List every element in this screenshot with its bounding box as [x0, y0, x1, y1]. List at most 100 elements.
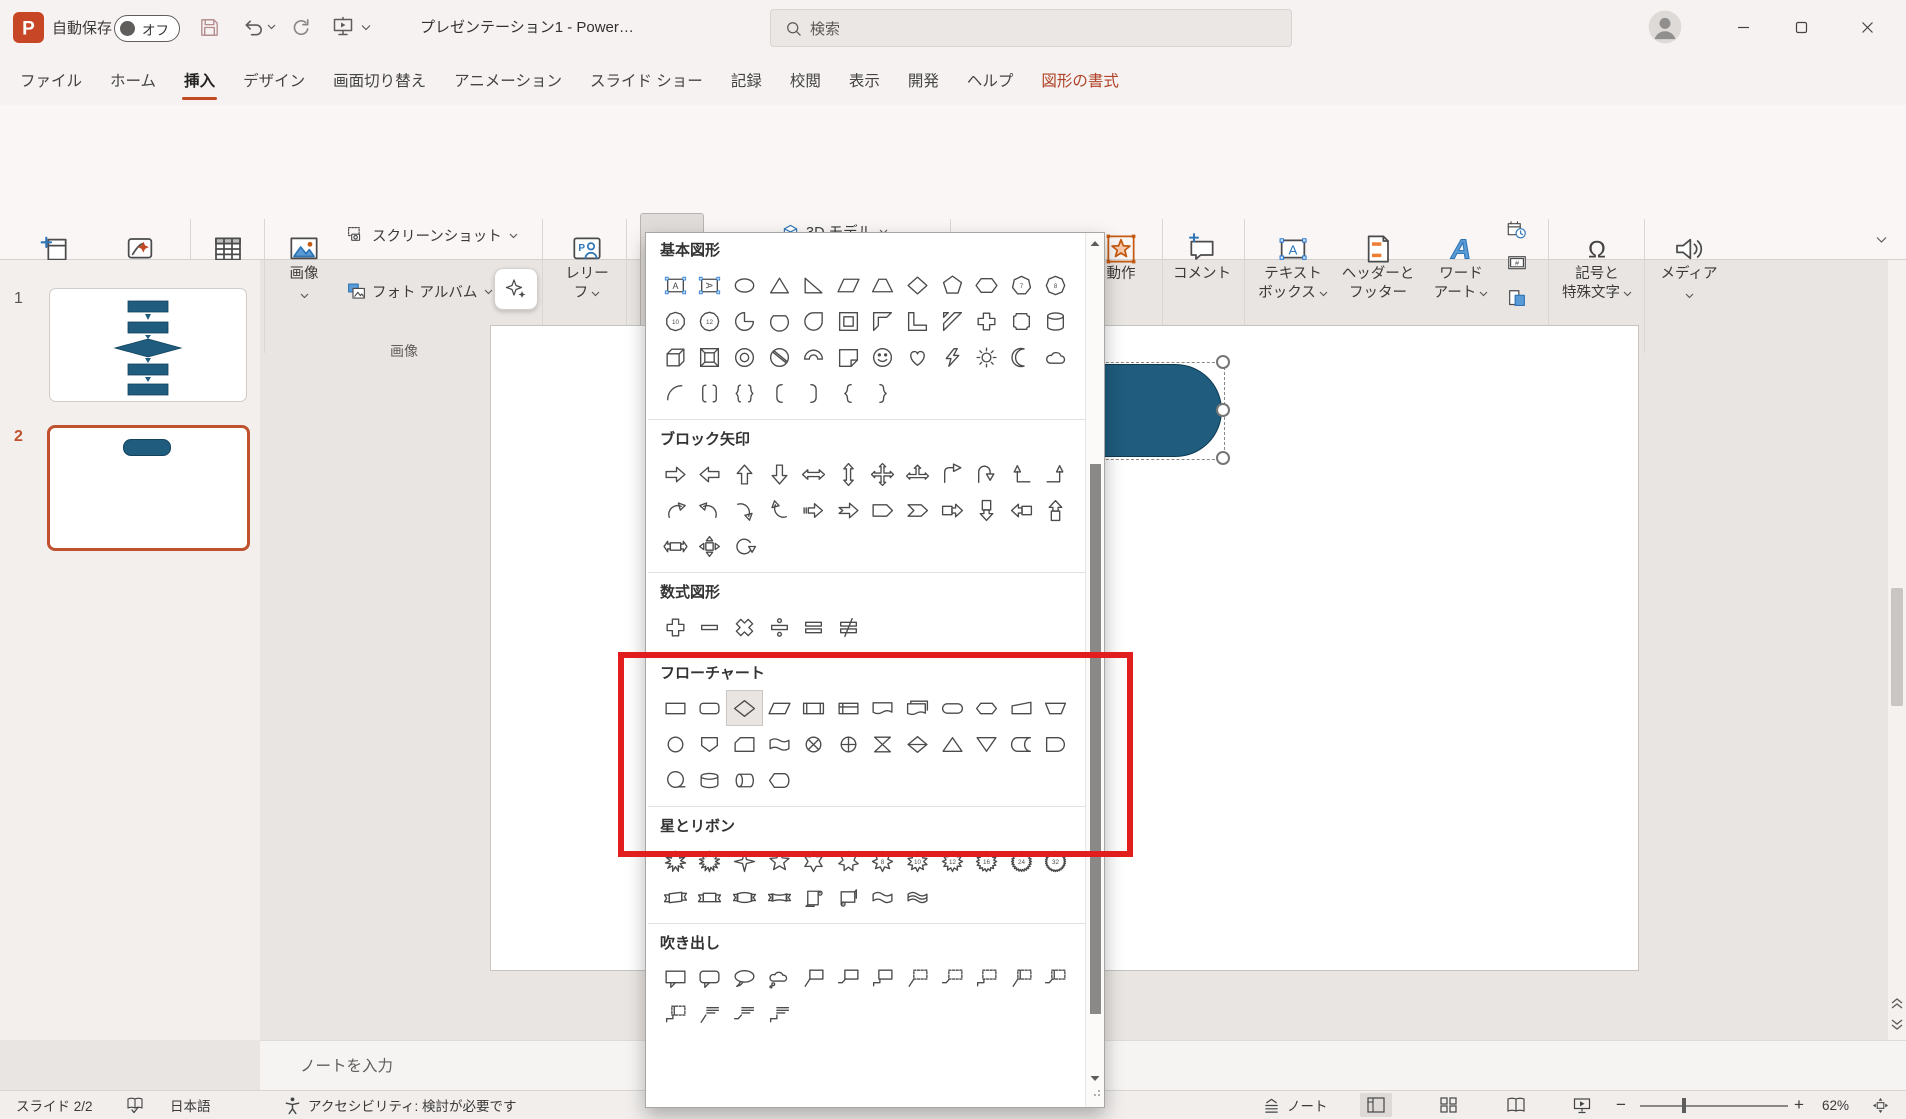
- resize-grip-icon[interactable]: [1091, 1086, 1101, 1104]
- close-icon[interactable]: [1838, 0, 1896, 55]
- shape-cloud[interactable]: [1039, 340, 1074, 374]
- shape-arrow-striped[interactable]: [796, 493, 831, 527]
- shape-donut[interactable]: [727, 340, 762, 374]
- shape-parallelogram[interactable]: [831, 268, 866, 302]
- shape-line-callout-2-border[interactable]: [935, 961, 970, 995]
- shape-callout-oval[interactable]: [727, 961, 762, 995]
- shape-arrow-three-way[interactable]: [900, 457, 935, 491]
- shape-arrow-up[interactable]: [727, 457, 762, 491]
- shape-line-callout-3-border[interactable]: [969, 961, 1004, 995]
- shape-line-callout-3-no-border[interactable]: [762, 997, 797, 1031]
- tab-9[interactable]: 表示: [835, 55, 894, 105]
- symbol-button[interactable]: Ω記号と特殊文字: [1554, 213, 1640, 337]
- shape-heptagon[interactable]: 7: [1004, 268, 1039, 302]
- slide-number-button[interactable]: #: [1506, 251, 1536, 279]
- shape-minus[interactable]: [693, 610, 728, 644]
- resize-handle-bottom-right[interactable]: [1216, 451, 1230, 465]
- shape-trapezoid[interactable]: [866, 268, 901, 302]
- shape-can[interactable]: [1039, 304, 1074, 338]
- tab-3[interactable]: デザイン: [229, 55, 319, 105]
- zoom-out-button[interactable]: −: [1616, 1091, 1626, 1119]
- shape-wave[interactable]: [866, 880, 901, 914]
- shape-arrow-quad[interactable]: [866, 457, 901, 491]
- tab-active-2[interactable]: 挿入: [170, 55, 229, 105]
- shape-block-arc[interactable]: [796, 340, 831, 374]
- scroll-down-icon[interactable]: [1088, 1071, 1102, 1085]
- shape-line-callout-2-accent[interactable]: [1039, 961, 1074, 995]
- zoom-in-button[interactable]: +: [1794, 1091, 1804, 1119]
- next-slide-icon[interactable]: [1889, 1016, 1905, 1037]
- shape-arrow-notched[interactable]: [831, 493, 866, 527]
- minimize-icon[interactable]: [1714, 0, 1772, 55]
- redo-icon[interactable]: [288, 14, 314, 40]
- shape-cube[interactable]: [658, 340, 693, 374]
- spellcheck-icon[interactable]: [126, 1091, 144, 1119]
- shape-scroll-vertical[interactable]: [796, 880, 831, 914]
- shape-moon[interactable]: [1004, 340, 1039, 374]
- designer-button[interactable]: [494, 268, 538, 310]
- shape-arrow-bent[interactable]: [935, 457, 970, 491]
- shape-left-bracket[interactable]: [762, 376, 797, 410]
- canvas-scrollbar-thumb[interactable]: [1891, 588, 1903, 706]
- shape-textbox[interactable]: A: [658, 268, 693, 302]
- shape-double-brace[interactable]: [727, 376, 762, 410]
- shape-arrow-bent-up-left[interactable]: [1004, 457, 1039, 491]
- shape-half-frame[interactable]: [866, 304, 901, 338]
- shape-dodecagon[interactable]: 12: [693, 304, 728, 338]
- shape-ribbon-tilted[interactable]: [658, 880, 693, 914]
- tab-12[interactable]: 図形の書式: [1027, 55, 1133, 105]
- shape-line-callout-3-accent[interactable]: [658, 997, 693, 1031]
- tab-11[interactable]: ヘルプ: [953, 55, 1028, 105]
- shape-line-callout-3[interactable]: [866, 961, 901, 995]
- shape-callout-rounded[interactable]: [693, 961, 728, 995]
- shape-arrow-callout-quad[interactable]: [693, 529, 728, 563]
- shape-arrow-chevron[interactable]: [900, 493, 935, 527]
- slide-indicator[interactable]: スライド 2/2: [16, 1091, 93, 1119]
- shape-ribbon-curved-up[interactable]: [762, 880, 797, 914]
- shape-line-callout-1[interactable]: [796, 961, 831, 995]
- shape-double-bracket[interactable]: [693, 376, 728, 410]
- save-icon[interactable]: [196, 14, 222, 40]
- shape-folded-corner[interactable]: [831, 340, 866, 374]
- shape-l-shape[interactable]: [900, 304, 935, 338]
- wordart-button[interactable]: Aワードアート: [1424, 213, 1498, 337]
- shape-not-equal[interactable]: [831, 610, 866, 644]
- shape-arrow-left[interactable]: [693, 457, 728, 491]
- scroll-up-icon[interactable]: [1088, 236, 1102, 250]
- screenshot-button[interactable]: スクリーンショット: [346, 221, 538, 249]
- shape-arrow-circular[interactable]: [727, 529, 762, 563]
- shape-multiply[interactable]: [727, 610, 762, 644]
- tab-7[interactable]: 記録: [717, 55, 776, 105]
- shape-arc[interactable]: [658, 376, 693, 410]
- view-normal-button[interactable]: [1360, 1093, 1392, 1117]
- shape-ribbon-curved-down[interactable]: [727, 880, 762, 914]
- shape-arrow-callout-left-right[interactable]: [658, 529, 693, 563]
- shape-octagon[interactable]: 8: [1039, 268, 1074, 302]
- resize-handle-right[interactable]: [1216, 403, 1230, 417]
- shape-arrow-callout-up[interactable]: [1039, 493, 1074, 527]
- collapse-ribbon-icon[interactable]: [1868, 230, 1894, 250]
- cameo-button[interactable]: Pレリーフ: [552, 213, 622, 337]
- view-slide-sorter-button[interactable]: [1432, 1093, 1464, 1117]
- shape-hexagon[interactable]: [969, 268, 1004, 302]
- avatar[interactable]: [1648, 10, 1682, 49]
- shape-arrow-curved-down[interactable]: [762, 493, 797, 527]
- accessibility-status[interactable]: アクセシビリティ: 検討が必要です: [308, 1091, 517, 1119]
- shape-chord[interactable]: [762, 304, 797, 338]
- shape-sun[interactable]: [969, 340, 1004, 374]
- picture-button[interactable]: 画像: [272, 213, 336, 337]
- shape-diagonal-stripe[interactable]: [935, 304, 970, 338]
- slide-thumbnail-2[interactable]: [47, 425, 250, 551]
- tab-5[interactable]: アニメーション: [440, 55, 576, 105]
- tab-10[interactable]: 開発: [894, 55, 953, 105]
- shape-right-bracket[interactable]: [796, 376, 831, 410]
- shape-no-symbol[interactable]: [762, 340, 797, 374]
- shape-arrow-up-down[interactable]: [831, 457, 866, 491]
- resize-handle-top-right[interactable]: [1216, 355, 1230, 369]
- shape-arrow-down[interactable]: [762, 457, 797, 491]
- shape-arrow-left-right[interactable]: [796, 457, 831, 491]
- shape-arrow-curved-up[interactable]: [727, 493, 762, 527]
- shape-arrow-callout-right[interactable]: [935, 493, 970, 527]
- tab-0[interactable]: ファイル: [6, 55, 96, 105]
- date-time-button[interactable]: [1506, 217, 1536, 245]
